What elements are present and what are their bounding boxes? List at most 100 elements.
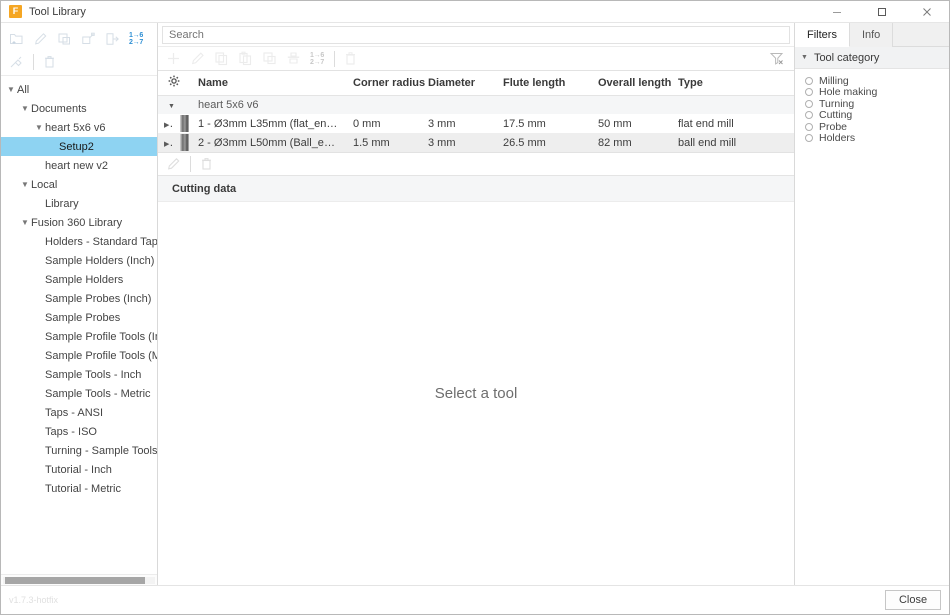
close-button[interactable]: Close — [885, 590, 941, 610]
tree-item[interactable]: Sample Holders (Inch) — [1, 251, 157, 270]
tree-item[interactable]: Tutorial - Metric — [1, 479, 157, 498]
radio-button-icon[interactable] — [805, 76, 813, 85]
sort-tools-button[interactable]: 1→6 2→7 — [306, 48, 328, 69]
column-header-type[interactable]: Type — [672, 71, 794, 96]
column-header-flute-length[interactable]: Flute length — [497, 71, 592, 96]
tree-item[interactable]: Setup2 — [1, 137, 157, 156]
tool-category-option[interactable]: Holders — [805, 132, 949, 144]
edit-tool-button[interactable] — [186, 48, 208, 69]
radio-button-icon[interactable] — [805, 122, 813, 131]
clear-filter-button[interactable] — [766, 48, 788, 69]
radio-button-icon[interactable] — [805, 134, 813, 143]
tree-item[interactable]: Taps - ISO — [1, 422, 157, 441]
group-label: heart 5x6 v6 — [192, 95, 794, 114]
tool-table-wrapper: Name Corner radius Diameter Flute length… — [158, 71, 794, 153]
tool-category-option[interactable]: Probe — [805, 121, 949, 133]
tree-item[interactable]: Sample Holders — [1, 270, 157, 289]
library-tree[interactable]: ▼ All ▼ Documents ▼ heart 5x6 v6 Setup2 heart n… — [1, 76, 157, 574]
delete-cutting-data-button[interactable] — [195, 154, 217, 175]
tool-category-group-header[interactable]: ▼ Tool category — [795, 47, 949, 69]
add-tool-button[interactable] — [162, 48, 184, 69]
tree-item[interactable]: ▼ Documents — [1, 99, 157, 118]
tree-item[interactable]: Sample Profile Tools (Inch) — [1, 327, 157, 346]
cell-type: flat end mill — [672, 114, 794, 133]
edit-cutting-data-button[interactable] — [162, 154, 184, 175]
chevron-down-icon[interactable]: ▼ — [5, 85, 17, 94]
table-row[interactable]: ▶ 1 - Ø3mm L35mm (flat_endmill... 0 mm 3 mm… — [158, 114, 794, 133]
maximize-button[interactable] — [859, 1, 904, 23]
clean-library-button[interactable] — [5, 51, 27, 72]
tool-category-option[interactable]: Cutting — [805, 109, 949, 121]
delete-library-button[interactable] — [38, 51, 60, 72]
tool-category-option[interactable]: Milling — [805, 75, 949, 87]
column-header-diameter[interactable]: Diameter — [422, 71, 497, 96]
tree-item[interactable]: Sample Probes — [1, 308, 157, 327]
tree-item[interactable]: Holders - Standard Taper Blank — [1, 232, 157, 251]
tree-item[interactable]: Sample Tools - Metric — [1, 384, 157, 403]
tree-item[interactable]: ▼ Fusion 360 Library — [1, 213, 157, 232]
tool-table-header: Name Corner radius Diameter Flute length… — [158, 71, 794, 96]
paste-tool-button[interactable] — [234, 48, 256, 69]
tree-item[interactable]: Sample Profile Tools (Metric) — [1, 346, 157, 365]
tool-group-row[interactable]: ▼ heart 5x6 v6 — [158, 95, 794, 114]
radio-button-icon[interactable] — [805, 111, 813, 120]
edit-library-button[interactable] — [29, 28, 51, 49]
chevron-down-icon[interactable]: ▼ — [19, 180, 31, 189]
tree-item[interactable]: ▼ Local — [1, 175, 157, 194]
minimize-button[interactable] — [814, 1, 859, 23]
tree-item[interactable]: ▼ heart 5x6 v6 — [1, 118, 157, 137]
tree-item[interactable]: Sample Tools - Inch — [1, 365, 157, 384]
tool-category-options: Milling Hole making Turning Cutting Probe Hol… — [795, 69, 949, 144]
chevron-down-icon[interactable]: ▼ — [33, 123, 45, 132]
sort-library-button[interactable]: 1→6 2→7 — [125, 28, 147, 49]
duplicate-tool-button[interactable] — [258, 48, 280, 69]
group-expander[interactable]: ▼ — [158, 95, 192, 114]
add-tool-icon — [167, 53, 179, 64]
cell-name: 1 - Ø3mm L35mm (flat_endmill... — [192, 114, 347, 133]
cell-diameter: 3 mm — [422, 114, 497, 133]
title-bar: F Tool Library — [1, 1, 949, 23]
column-header-overall-length[interactable]: Overall length — [592, 71, 672, 96]
row-expander[interactable]: ▶ — [158, 133, 174, 152]
hscroll-thumb[interactable] — [5, 577, 145, 584]
tool-category-option[interactable]: Turning — [805, 98, 949, 110]
copy-tool-button[interactable] — [210, 48, 232, 69]
window-close-button[interactable] — [904, 1, 949, 23]
tree-item[interactable]: Taps - ANSI — [1, 403, 157, 422]
tree-item[interactable]: heart new v2 — [1, 156, 157, 175]
tool-category-option[interactable]: Hole making — [805, 86, 949, 98]
library-tree-hscrollbar[interactable] — [1, 574, 157, 585]
column-header-corner-radius[interactable]: Corner radius — [347, 71, 425, 96]
new-folder-button[interactable] — [5, 28, 27, 49]
window-title: Tool Library — [29, 5, 86, 18]
tree-item[interactable]: ▼ All — [1, 80, 157, 99]
column-header-name[interactable]: Name — [192, 71, 347, 96]
tree-item[interactable]: Sample Probes (Inch) — [1, 289, 157, 308]
tree-item[interactable]: Library — [1, 194, 157, 213]
row-expander[interactable]: ▶ — [158, 114, 174, 133]
hscroll-track[interactable] — [3, 577, 155, 584]
library-toolbar-row-2 — [5, 50, 153, 73]
cutting-data-body: Select a tool — [158, 202, 794, 585]
tree-item-label: Setup2 — [59, 140, 94, 153]
post-process-button[interactable] — [282, 48, 304, 69]
tree-item-label: heart 5x6 v6 — [45, 121, 106, 134]
search-input[interactable] — [162, 26, 790, 44]
column-settings-button[interactable] — [158, 71, 192, 96]
rename-library-button[interactable] — [77, 28, 99, 49]
chevron-down-icon[interactable]: ▼ — [19, 104, 31, 113]
tree-item[interactable]: Turning - Sample Tools — [1, 441, 157, 460]
duplicate-library-button[interactable] — [53, 28, 75, 49]
radio-button-icon[interactable] — [805, 99, 813, 108]
tab-info[interactable]: Info — [849, 23, 894, 47]
tree-item[interactable]: Tutorial - Inch — [1, 460, 157, 479]
export-library-button[interactable] — [101, 28, 123, 49]
delete-tool-button[interactable] — [339, 48, 361, 69]
cutting-data-panel: Cutting data Select a tool — [158, 153, 794, 585]
tab-filters[interactable]: Filters — [795, 23, 850, 47]
radio-button-icon[interactable] — [805, 88, 813, 97]
cutting-data-toolbar — [158, 153, 794, 176]
table-row[interactable]: ▶ 2 - Ø3mm L50mm (Ball_end_M... 1.5 mm 3 mm… — [158, 133, 794, 152]
edit-icon — [34, 32, 46, 44]
chevron-down-icon[interactable]: ▼ — [19, 218, 31, 227]
